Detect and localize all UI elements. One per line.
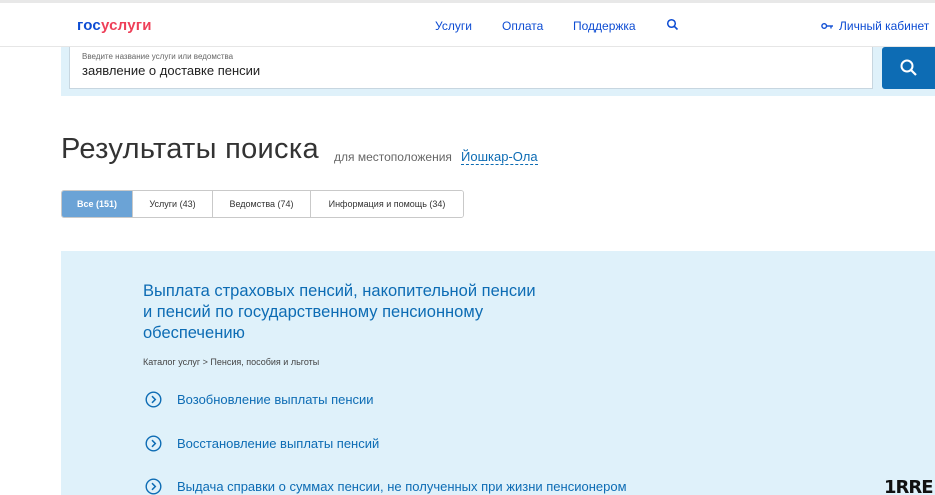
search-hint: Введите название услуги или ведомства bbox=[82, 52, 234, 61]
nav-support[interactable]: Поддержка bbox=[573, 19, 636, 33]
search-icon bbox=[900, 59, 917, 76]
key-icon bbox=[821, 23, 833, 29]
logo-part-uslugi: услуги bbox=[100, 17, 152, 34]
service-link[interactable]: Выдача справки о суммах пенсии, не получ… bbox=[145, 478, 627, 495]
search-icon[interactable] bbox=[666, 18, 680, 32]
search-value: заявление о доставке пенсии bbox=[82, 63, 261, 78]
site-header: госуслуги Услуги Оплата Поддержка Личный… bbox=[0, 3, 935, 47]
nav-services[interactable]: Услуги bbox=[435, 19, 472, 33]
tab-services[interactable]: Услуги (43) bbox=[133, 191, 213, 217]
breadcrumb: Каталог услуг > Пенсия, пособия и льготы bbox=[143, 357, 320, 367]
search-input[interactable]: Введите название услуги или ведомства за… bbox=[69, 47, 873, 89]
chevron-circle-icon bbox=[145, 478, 162, 495]
location-link[interactable]: Йошкар-Ола bbox=[461, 149, 538, 165]
cabinet-label: Личный кабинет bbox=[839, 19, 930, 33]
watermark-logo: 1RRE bbox=[884, 477, 934, 495]
service-label: Возобновление выплаты пенсии bbox=[177, 392, 374, 407]
logo-part-gos: гос bbox=[77, 17, 101, 34]
gosuslugi-logo[interactable]: госуслуги bbox=[77, 17, 152, 34]
search-button[interactable] bbox=[882, 47, 935, 89]
tab-info-help[interactable]: Информация и помощь (34) bbox=[311, 191, 463, 217]
result-title[interactable]: Выплата страховых пенсий, накопительной … bbox=[143, 281, 543, 344]
personal-cabinet-link[interactable]: Личный кабинет bbox=[821, 19, 929, 33]
result-card: Выплата страховых пенсий, накопительной … bbox=[61, 251, 935, 495]
location-caption: для местоположения bbox=[334, 150, 452, 164]
chevron-circle-icon bbox=[145, 391, 162, 408]
tab-all[interactable]: Все (151) bbox=[62, 191, 133, 217]
service-label: Восстановление выплаты пенсий bbox=[177, 436, 380, 451]
nav-payment[interactable]: Оплата bbox=[502, 19, 543, 33]
result-tabs: Все (151) Услуги (43) Ведомства (74) Инф… bbox=[61, 190, 464, 218]
tab-departments[interactable]: Ведомства (74) bbox=[213, 191, 311, 217]
chevron-circle-icon bbox=[145, 435, 162, 452]
service-link[interactable]: Возобновление выплаты пенсии bbox=[145, 391, 374, 408]
service-link[interactable]: Восстановление выплаты пенсий bbox=[145, 435, 379, 452]
service-label: Выдача справки о суммах пенсии, не получ… bbox=[177, 479, 627, 494]
page-title: Результаты поиска bbox=[61, 133, 319, 165]
